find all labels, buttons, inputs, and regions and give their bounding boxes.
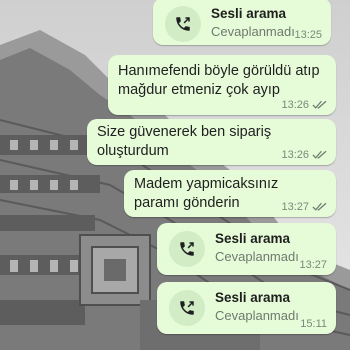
missed-call-bubble[interactable]: Sesli arama Cevaplanmadı 13:25 [153, 0, 331, 45]
missed-voice-call-icon [180, 242, 194, 256]
message-text: Hanımefendi böyle görüldü atıp mağdur et… [118, 63, 320, 98]
read-ticks-icon [312, 202, 327, 211]
call-title: Sesli arama [215, 290, 291, 305]
outgoing-message-bubble[interactable]: Hanımefendi böyle görüldü atıp mağdur et… [108, 55, 336, 115]
message-time: 13:26 [281, 149, 309, 161]
call-status: Cevaplanmadı [211, 24, 295, 39]
missed-call-bubble[interactable]: Sesli arama Cevaplanmadı 15:11 [157, 282, 336, 334]
call-title: Sesli arama [215, 231, 291, 246]
message-meta: 13:27 [281, 201, 327, 213]
call-icon-circle [169, 231, 205, 267]
call-status: Cevaplanmadı [215, 308, 299, 323]
message-time: 13:27 [299, 259, 327, 271]
read-ticks-icon [312, 100, 327, 109]
message-meta: 13:25 [294, 29, 322, 41]
message-time: 13:25 [294, 29, 322, 41]
call-icon-circle [169, 290, 205, 326]
call-title: Sesli arama [211, 6, 287, 21]
message-meta: 13:27 [299, 259, 327, 271]
outgoing-message-bubble[interactable]: Size güvenerek ben sipariş oluşturdum 13… [87, 119, 336, 165]
missed-voice-call-icon [176, 17, 190, 31]
message-meta: 13:26 [281, 149, 327, 161]
message-meta: 13:26 [281, 99, 327, 111]
call-status: Cevaplanmadı [215, 249, 299, 264]
message-time: 13:26 [281, 99, 309, 111]
message-time: 13:27 [281, 201, 309, 213]
call-icon-circle [165, 6, 201, 42]
missed-call-bubble[interactable]: Sesli arama Cevaplanmadı 13:27 [157, 223, 336, 275]
missed-voice-call-icon [180, 301, 194, 315]
outgoing-message-bubble[interactable]: Madem yapmicaksınız paramı gönderin 13:2… [124, 170, 336, 217]
read-ticks-icon [312, 150, 327, 159]
message-time: 15:11 [300, 318, 327, 330]
message-meta: 15:11 [300, 318, 327, 330]
